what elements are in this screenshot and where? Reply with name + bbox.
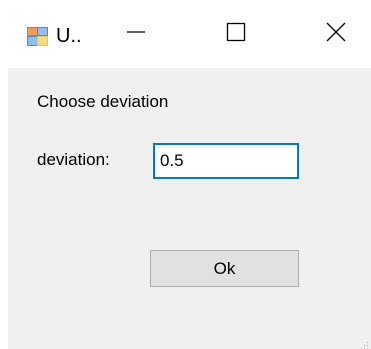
- minimize-icon: [126, 22, 146, 47]
- dialog-client-area: Choose deviation deviation: Ok: [8, 68, 371, 349]
- title-bar[interactable]: U..: [0, 0, 371, 68]
- ok-button[interactable]: Ok: [150, 250, 299, 287]
- close-icon: [326, 22, 346, 47]
- prompt-label: Choose deviation: [37, 92, 169, 111]
- app-icon: [27, 26, 48, 47]
- close-button[interactable]: [301, 0, 371, 68]
- maximize-button[interactable]: [201, 0, 271, 68]
- maximize-icon: [226, 22, 246, 47]
- deviation-label: deviation:: [37, 150, 110, 169]
- window-title: U..: [56, 25, 82, 47]
- minimize-button[interactable]: [101, 0, 171, 68]
- resize-grip-icon[interactable]: [359, 337, 369, 349]
- deviation-input[interactable]: [153, 143, 299, 179]
- dialog-window: U.. Choose deviation deviation: 0.5 Ok: [0, 0, 371, 349]
